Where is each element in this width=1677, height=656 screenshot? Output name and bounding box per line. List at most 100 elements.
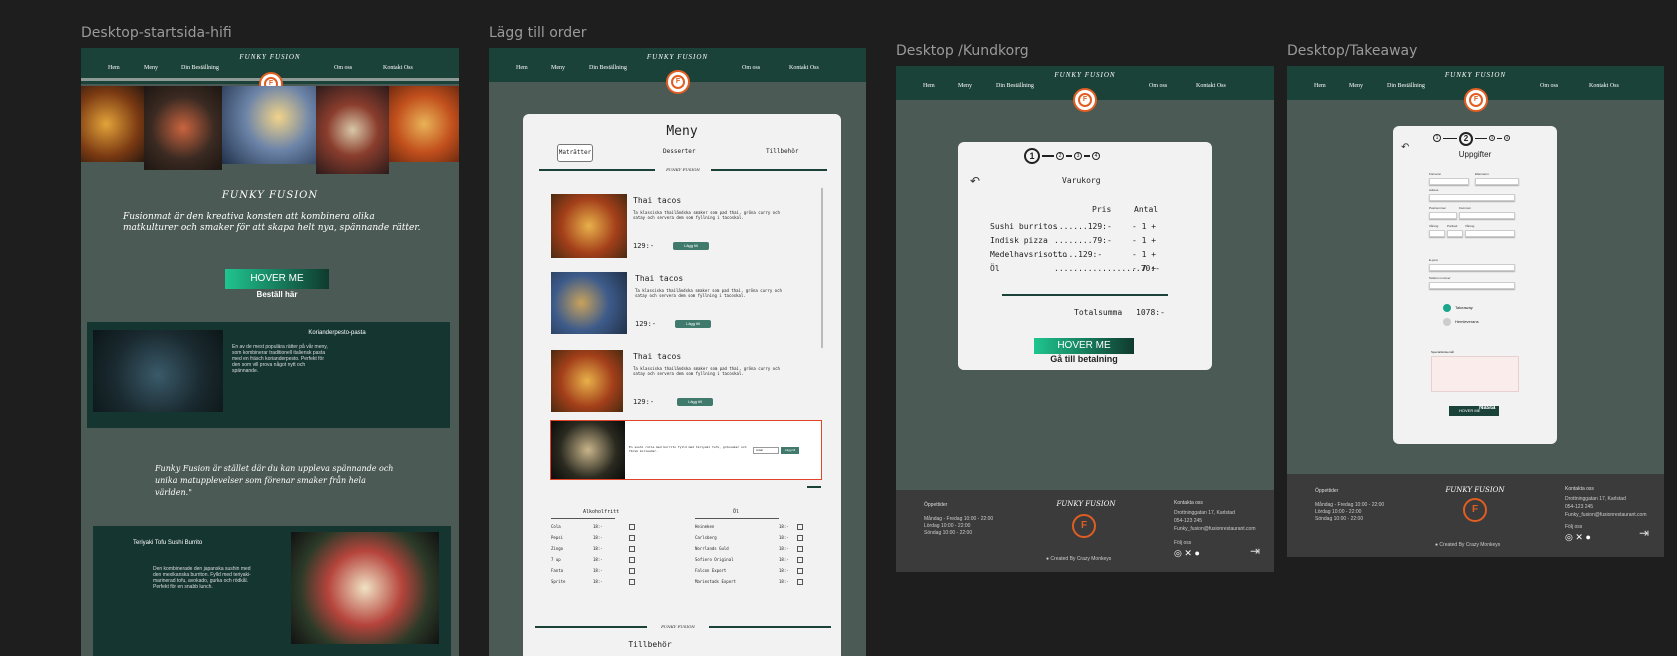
hours-title: Öppettider <box>1315 488 1339 494</box>
step-2[interactable]: 2 <box>1459 132 1473 146</box>
tab-tillbehor[interactable]: Tillbehör <box>766 148 799 155</box>
logo-icon[interactable]: F <box>666 70 690 94</box>
beer-checkbox[interactable] <box>797 535 803 541</box>
contact-email[interactable]: Funky_fusion@fusionrestaurant.com <box>1565 512 1647 518</box>
nav-about[interactable]: Om oss <box>1149 83 1167 89</box>
beer-checkbox[interactable] <box>797 568 803 574</box>
logo-icon[interactable]: F <box>1464 88 1488 112</box>
quantity-stepper[interactable]: - 1 + <box>1132 222 1156 231</box>
nav-about[interactable]: Om oss <box>1540 83 1558 89</box>
selected-menu-item[interactable]: En sushi rulle med burrito fylld med ter… <box>550 420 822 480</box>
x-icon[interactable]: ✕ <box>1184 548 1192 558</box>
beer-checkbox[interactable] <box>797 524 803 530</box>
add-to-order-button[interactable]: Lägg till <box>677 398 713 406</box>
nav-order[interactable]: Din Beställning <box>181 65 219 71</box>
nav-menu[interactable]: Meny <box>1349 83 1363 89</box>
tab-desserter[interactable]: Desserter <box>663 148 696 155</box>
feature2-image-burrito <box>291 532 439 644</box>
add-to-order-button[interactable]: Lägg till <box>673 242 709 250</box>
contact-email[interactable]: Funky_fusion@fusionrestaurant.com <box>1174 526 1256 532</box>
logo-icon[interactable]: F <box>1073 88 1097 112</box>
nav-menu[interactable]: Meny <box>551 65 565 71</box>
radio-takeaway[interactable] <box>1443 304 1451 312</box>
nav-contact[interactable]: Kontakt Oss <box>383 65 413 71</box>
text-field[interactable] <box>1429 282 1515 289</box>
nav-home[interactable]: Hem <box>108 65 120 71</box>
nav-home[interactable]: Hem <box>516 65 528 71</box>
credit-text: Created By Crazy Monkeys <box>1439 542 1501 548</box>
step-connector <box>1497 138 1502 139</box>
step-4[interactable]: 4 <box>1504 135 1510 141</box>
instagram-icon[interactable]: ◎ <box>1174 548 1182 558</box>
back-arrow-icon[interactable]: ↶ <box>970 174 980 188</box>
text-field[interactable] <box>1429 264 1515 271</box>
quantity-stepper[interactable]: - 1 + <box>1132 236 1156 245</box>
nav-contact[interactable]: Kontakt Oss <box>1196 83 1226 89</box>
x-icon[interactable]: ✕ <box>1575 532 1583 542</box>
drink-checkbox[interactable] <box>629 579 635 585</box>
drink-checkbox[interactable] <box>629 568 635 574</box>
nav-order[interactable]: Din Beställning <box>589 65 627 71</box>
notes-textarea[interactable] <box>1431 356 1519 392</box>
quantity-stepper[interactable]: - 7 + <box>1132 264 1156 273</box>
radio-delivery[interactable] <box>1443 318 1451 326</box>
beer-name: Sofiero Original <box>695 557 734 562</box>
facebook-icon[interactable]: ● <box>1585 532 1590 542</box>
frame-label-kundkorg[interactable]: Desktop /Kundkorg <box>896 43 1029 59</box>
nav-about[interactable]: Om oss <box>742 65 760 71</box>
beer-checkbox[interactable] <box>797 546 803 552</box>
order-here-label[interactable]: Beställ här <box>225 290 329 299</box>
login-icon[interactable]: ⇥ <box>1639 526 1649 540</box>
frame-label-order[interactable]: Lägg till order <box>489 25 587 41</box>
quantity-input[interactable]: Antal <box>753 447 779 454</box>
nav-about[interactable]: Om oss <box>334 65 352 71</box>
nav-contact[interactable]: Kontakt Oss <box>1589 83 1619 89</box>
beer-checkbox[interactable] <box>797 557 803 563</box>
step-4[interactable]: 4 <box>1092 152 1100 160</box>
step-3[interactable]: 3 <box>1489 135 1495 141</box>
beer-checkbox[interactable] <box>797 579 803 585</box>
go-to-payment-label[interactable]: Gå till betalning <box>1034 354 1134 364</box>
nav-home[interactable]: Hem <box>923 83 935 89</box>
drink-checkbox[interactable] <box>629 524 635 530</box>
next-label[interactable]: Nästa <box>1479 405 1495 411</box>
feature-title: Korianderpesto-pasta <box>308 330 366 336</box>
text-field[interactable] <box>1429 194 1515 201</box>
add-to-order-button[interactable]: Lägg till <box>781 447 799 454</box>
facebook-icon[interactable]: ● <box>1194 548 1199 558</box>
step-1[interactable]: 1 <box>1024 148 1040 164</box>
add-to-order-button[interactable]: Lägg till <box>675 320 711 328</box>
footer-logo-icon[interactable]: F <box>1463 498 1487 522</box>
tab-matratter[interactable]: Maträtter <box>557 144 593 162</box>
frame-label-takeaway[interactable]: Desktop/Takeaway <box>1287 43 1417 59</box>
nav-order[interactable]: Din Beställning <box>996 83 1034 89</box>
nav-home[interactable]: Hem <box>1314 83 1326 89</box>
hover-me-button[interactable]: HOVER ME <box>1034 338 1134 354</box>
login-icon[interactable]: ⇥ <box>1250 544 1260 558</box>
drink-checkbox[interactable] <box>629 557 635 563</box>
nav-menu[interactable]: Meny <box>144 65 158 71</box>
footer-logo-icon[interactable]: F <box>1072 514 1096 538</box>
hover-me-button[interactable]: HOVER ME <box>225 269 329 289</box>
text-field[interactable] <box>1447 230 1463 237</box>
text-field[interactable] <box>1459 212 1515 219</box>
step-1[interactable]: 1 <box>1433 134 1441 142</box>
frame-label-startsida[interactable]: Desktop-startsida-hifi <box>81 25 232 41</box>
step-2[interactable]: 2 <box>1056 152 1064 160</box>
text-field[interactable] <box>1475 178 1519 185</box>
menu-scrollbar[interactable] <box>821 188 823 348</box>
frame-takeaway: FUNKY FUSION Hem Meny Din Beställning Om… <box>1287 66 1664 557</box>
drink-checkbox[interactable] <box>629 546 635 552</box>
nav-menu[interactable]: Meny <box>958 83 972 89</box>
feature-image-mussels <box>93 330 223 412</box>
text-field[interactable] <box>1429 178 1469 185</box>
nav-contact[interactable]: Kontakt Oss <box>789 65 819 71</box>
step-3[interactable]: 3 <box>1074 152 1082 160</box>
text-field[interactable] <box>1429 212 1457 219</box>
text-field[interactable] <box>1429 230 1445 237</box>
drink-checkbox[interactable] <box>629 535 635 541</box>
instagram-icon[interactable]: ◎ <box>1565 532 1573 542</box>
nav-order[interactable]: Din Beställning <box>1387 83 1425 89</box>
text-field[interactable] <box>1465 230 1515 237</box>
quantity-stepper[interactable]: - 1 + <box>1132 250 1156 259</box>
